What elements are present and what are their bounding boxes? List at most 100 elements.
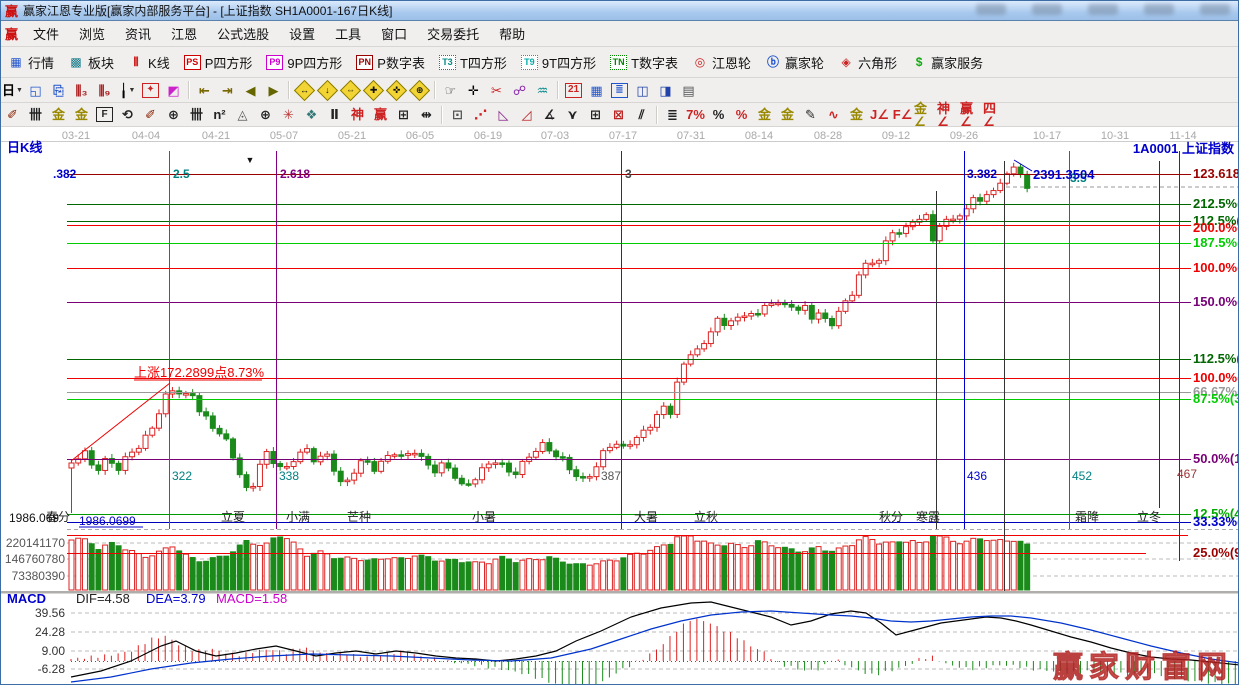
menu-item-资讯[interactable]: 资讯 bbox=[115, 24, 161, 43]
draw-tool-38-icon[interactable]: 金 bbox=[845, 104, 868, 125]
view-tool-12-icon[interactable]: ▶ bbox=[262, 80, 285, 101]
draw-tool-42-icon[interactable]: 神∠ bbox=[937, 104, 960, 125]
draw-tool-13-icon[interactable]: ❖ bbox=[300, 104, 323, 125]
view-tool-23-icon[interactable]: ✂ bbox=[485, 80, 508, 101]
toolbar-button-winner-wheel[interactable]: ⓑ赢家轮 bbox=[758, 50, 831, 74]
draw-tool-39-icon[interactable]: J∠ bbox=[868, 104, 891, 125]
draw-tool-11-icon[interactable]: ⊕ bbox=[254, 104, 277, 125]
view-tool-24-icon[interactable]: ☍ bbox=[508, 80, 531, 101]
menu-item-帮助[interactable]: 帮助 bbox=[489, 24, 535, 43]
view-tool-31-icon[interactable]: ◨ bbox=[654, 80, 677, 101]
toolbar-button-p-table[interactable]: PNP数字表 bbox=[349, 50, 432, 74]
ghost-link-icon[interactable] bbox=[1144, 4, 1174, 15]
draw-tool-7-icon[interactable]: ⊕ bbox=[162, 104, 185, 125]
toolbar-button-p-square[interactable]: PSP四方形 bbox=[177, 50, 260, 74]
view-tool-5-icon[interactable]: ╽▼ bbox=[116, 80, 139, 101]
draw-tool-21-icon[interactable]: ⋰ bbox=[469, 104, 492, 125]
draw-tool-17-icon[interactable]: ⊞ bbox=[392, 104, 415, 125]
draw-tool-15-icon[interactable]: 神 bbox=[346, 104, 369, 125]
draw-tool-44-icon[interactable]: 四∠ bbox=[983, 104, 1006, 125]
menu-item-窗口[interactable]: 窗口 bbox=[371, 24, 417, 43]
view-tool-27-icon[interactable]: 21 bbox=[562, 80, 585, 101]
draw-tool-20-icon[interactable]: ⊡ bbox=[446, 104, 469, 125]
toolbar-button-sectors[interactable]: ▩板块 bbox=[61, 50, 121, 74]
draw-tool-26-icon[interactable]: ⊞ bbox=[584, 104, 607, 125]
draw-tool-27-icon[interactable]: ⊠ bbox=[607, 104, 630, 125]
ghost-link-icon[interactable] bbox=[1088, 4, 1118, 15]
menu-item-设置[interactable]: 设置 bbox=[279, 24, 325, 43]
view-tool-14-icon[interactable]: ↔ bbox=[293, 80, 316, 101]
ghost-link-icon[interactable] bbox=[976, 4, 1006, 15]
ghost-link-icon[interactable] bbox=[1032, 4, 1062, 15]
view-tool-10-icon[interactable]: ⇥ bbox=[216, 80, 239, 101]
view-tool-6-icon[interactable]: ✦ bbox=[139, 80, 162, 101]
view-tool-1-icon[interactable]: ◱ bbox=[24, 80, 47, 101]
draw-tool-14-icon[interactable]: Ⅱ bbox=[323, 104, 346, 125]
view-tool-2-icon[interactable]: ⎘ bbox=[47, 80, 70, 101]
menu-item-交易委托[interactable]: 交易委托 bbox=[417, 24, 489, 43]
chart-area[interactable]: 03-2104-0404-2105-0705-2106-0506-1907-03… bbox=[1, 127, 1239, 685]
toolbar-button-quotes[interactable]: ▦行情 bbox=[1, 50, 61, 74]
view-tool-30-icon[interactable]: ◫ bbox=[631, 80, 654, 101]
draw-tool-40-icon[interactable]: F∠ bbox=[891, 104, 914, 125]
ghost-link-icon[interactable] bbox=[1200, 4, 1230, 15]
draw-tool-5-icon[interactable]: ⟲ bbox=[116, 104, 139, 125]
draw-tool-18-icon[interactable]: ⇹ bbox=[415, 104, 438, 125]
menu-item-浏览[interactable]: 浏览 bbox=[69, 24, 115, 43]
view-tool-9-icon[interactable]: ⇤ bbox=[193, 80, 216, 101]
toolbar-button-gann-wheel[interactable]: ◎江恩轮 bbox=[685, 50, 758, 74]
view-tool-15-icon[interactable]: ↓ bbox=[316, 80, 339, 101]
draw-tool-23-icon[interactable]: ◿ bbox=[515, 104, 538, 125]
view-tool-4-icon[interactable]: ⫼₉ bbox=[93, 80, 116, 101]
draw-tool-28-icon[interactable]: ⫽ bbox=[630, 104, 653, 125]
view-tool-21-icon[interactable]: ☞ bbox=[439, 80, 462, 101]
draw-tool-30-icon[interactable]: ≣ bbox=[661, 104, 684, 125]
view-tool-7-icon[interactable]: ◩ bbox=[162, 80, 185, 101]
draw-tool-36-icon[interactable]: ✎ bbox=[799, 104, 822, 125]
draw-tool-35-icon[interactable]: 金 bbox=[776, 104, 799, 125]
view-tool-25-icon[interactable]: ♒ bbox=[531, 80, 554, 101]
view-tool-17-icon[interactable]: ✚ bbox=[362, 80, 385, 101]
draw-tool-16-icon[interactable]: 赢 bbox=[369, 104, 392, 125]
menu-item-公式选股[interactable]: 公式选股 bbox=[207, 24, 279, 43]
draw-tool-25-icon[interactable]: ⋎ bbox=[561, 104, 584, 125]
draw-tool-12-icon[interactable]: ✳ bbox=[277, 104, 300, 125]
toolbar-button-9t-square[interactable]: T99T四方形 bbox=[514, 50, 603, 74]
view-tool-16-icon[interactable]: ⇔ bbox=[339, 80, 362, 101]
draw-tool-1-icon[interactable]: 卌 bbox=[24, 104, 47, 125]
draw-tool-3-icon[interactable]: 金 bbox=[70, 104, 93, 125]
toolbar-button-kline[interactable]: ⫴K线 bbox=[121, 50, 177, 74]
draw-tool-4-icon[interactable]: F bbox=[93, 104, 116, 125]
draw-tool-8-icon[interactable]: 卌 bbox=[185, 104, 208, 125]
toolbar-button-t-table[interactable]: TNT数字表 bbox=[603, 50, 685, 74]
view-tool-11-icon[interactable]: ◀ bbox=[239, 80, 262, 101]
draw-tool-43-icon[interactable]: 赢∠ bbox=[960, 104, 983, 125]
draw-tool-9-icon[interactable]: n² bbox=[208, 104, 231, 125]
draw-tool-24-icon[interactable]: ∡ bbox=[538, 104, 561, 125]
view-tool-0-icon[interactable]: 日▼ bbox=[1, 80, 24, 101]
view-tool-3-icon[interactable]: ⫼₃ bbox=[70, 80, 93, 101]
draw-tool-41-icon[interactable]: 金∠ bbox=[914, 104, 937, 125]
draw-tool-6-icon[interactable]: ✐ bbox=[139, 104, 162, 125]
toolbar-button-9p-square[interactable]: P99P四方形 bbox=[259, 50, 349, 74]
chart-canvas[interactable]: 03-2104-0404-2105-0705-2106-0506-1907-03… bbox=[1, 127, 1239, 685]
menu-item-工具[interactable]: 工具 bbox=[325, 24, 371, 43]
draw-tool-34-icon[interactable]: 金 bbox=[753, 104, 776, 125]
view-tool-32-icon[interactable]: ▤ bbox=[677, 80, 700, 101]
draw-tool-2-icon[interactable]: 金 bbox=[47, 104, 70, 125]
view-tool-19-icon[interactable]: ⊕ bbox=[408, 80, 431, 101]
view-tool-29-icon[interactable]: ≣ bbox=[608, 80, 631, 101]
draw-tool-37-icon[interactable]: ∿ bbox=[822, 104, 845, 125]
draw-tool-32-icon[interactable]: % bbox=[707, 104, 730, 125]
view-tool-28-icon[interactable]: ▦ bbox=[585, 80, 608, 101]
draw-tool-10-icon[interactable]: ◬ bbox=[231, 104, 254, 125]
toolbar-button-hexagon[interactable]: ◈六角形 bbox=[831, 50, 904, 74]
draw-tool-31-icon[interactable]: 7% bbox=[684, 104, 707, 125]
draw-tool-0-icon[interactable]: ✐ bbox=[1, 104, 24, 125]
menu-item-江恩[interactable]: 江恩 bbox=[161, 24, 207, 43]
menu-item-文件[interactable]: 文件 bbox=[23, 24, 69, 43]
view-tool-18-icon[interactable]: ✜ bbox=[385, 80, 408, 101]
toolbar-button-winner-service[interactable]: $赢家服务 bbox=[904, 50, 990, 74]
view-tool-22-icon[interactable]: ✛ bbox=[462, 80, 485, 101]
draw-tool-33-icon[interactable]: % bbox=[730, 104, 753, 125]
